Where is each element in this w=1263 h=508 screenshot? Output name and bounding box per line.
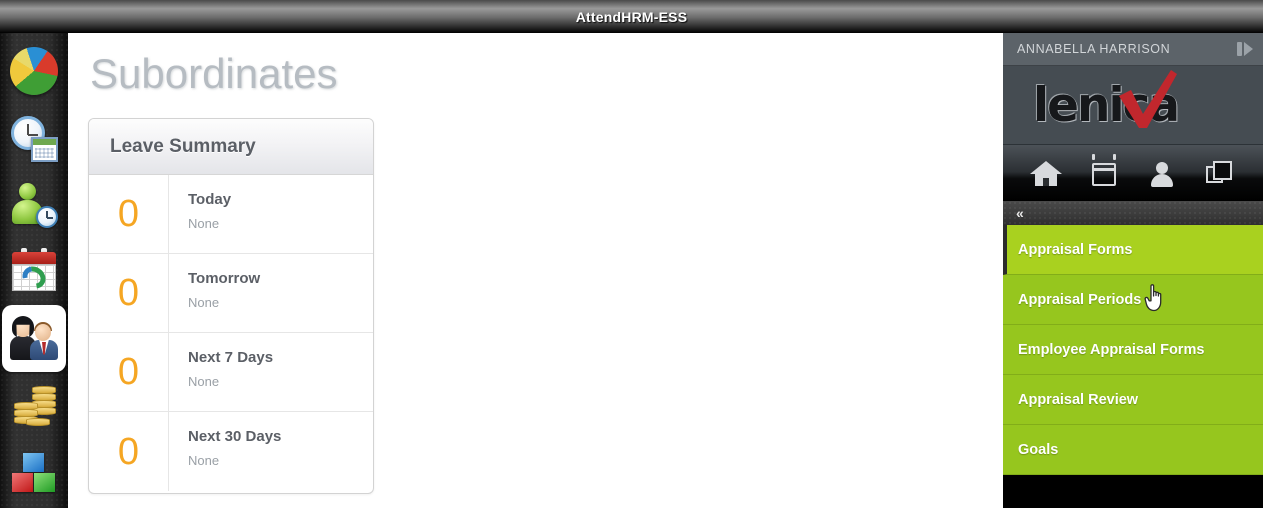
rail-item-employee-time[interactable]	[2, 171, 66, 238]
leave-detail: None	[188, 453, 220, 468]
leave-count: 0	[89, 412, 169, 491]
red-checkmark-icon	[1119, 70, 1177, 128]
leave-count: 0	[89, 333, 169, 411]
page-title: Subordinates	[90, 50, 338, 97]
leave-period-label: Next 7 Days	[188, 349, 274, 366]
collapse-menu-bar[interactable]: «	[1003, 201, 1263, 225]
window-title: AttendHRM-ESS	[575, 8, 688, 25]
chevron-left-double-icon: «	[1016, 205, 1024, 221]
leave-period-label: Tomorrow	[188, 270, 261, 287]
leave-info: Next 7 Days None	[169, 333, 373, 411]
rail-item-dashboard[interactable]	[2, 37, 66, 104]
leave-summary-card: Leave Summary 0 Today None 0 Tomorrow No…	[88, 118, 374, 494]
right-panel: ANNABELLA HARRISON lenica « Appraisal Fo…	[1003, 33, 1263, 508]
leave-summary-row[interactable]: 0 Next 30 Days None	[89, 412, 373, 491]
windows-icon[interactable]	[1204, 158, 1236, 188]
leave-info: Next 30 Days None	[169, 412, 373, 491]
rail-item-leave-calendar[interactable]	[2, 238, 66, 305]
leave-info: Today None	[169, 175, 373, 253]
rail-item-modules[interactable]	[2, 439, 66, 506]
app-window: AttendHRM-ESS Subordinates Leave Summary…	[0, 0, 1263, 508]
leave-summary-row[interactable]: 0 Next 7 Days None	[89, 333, 373, 412]
window-titlebar: AttendHRM-ESS	[0, 0, 1263, 33]
calendar-icon[interactable]	[1088, 154, 1120, 188]
expand-panel-icon[interactable]	[1237, 42, 1253, 56]
leave-detail: None	[188, 216, 220, 231]
panel-nav-icons	[1003, 145, 1263, 201]
clock-calendar-icon	[10, 114, 58, 162]
main-content: Subordinates Leave Summary 0 Today None …	[68, 33, 1003, 508]
leave-summary-row[interactable]: 0 Today None	[89, 175, 373, 254]
menu-item-goals[interactable]: Goals	[1003, 425, 1263, 475]
leave-summary-title: Leave Summary	[110, 135, 256, 157]
home-icon[interactable]	[1030, 158, 1062, 188]
brand-logo: lenica	[1003, 66, 1263, 145]
leave-count: 0	[89, 175, 169, 253]
user-header: ANNABELLA HARRISON	[1003, 33, 1263, 66]
leave-period-label: Next 30 Days	[188, 428, 282, 445]
people-icon	[10, 315, 58, 363]
rail-item-payroll[interactable]	[2, 372, 66, 439]
menu-item-label: Goals	[1018, 441, 1059, 458]
pie-chart-icon	[10, 46, 58, 95]
menu-item-appraisal-review[interactable]: Appraisal Review	[1003, 375, 1263, 425]
leave-period-label: Today	[188, 191, 232, 208]
user-name: ANNABELLA HARRISON	[1017, 42, 1171, 56]
person-icon[interactable]	[1146, 158, 1178, 188]
rail-item-time-attendance[interactable]	[2, 104, 66, 171]
menu-item-label: Appraisal Review	[1018, 391, 1139, 408]
menu-item-employee-appraisal-forms[interactable]: Employee Appraisal Forms	[1003, 325, 1263, 375]
menu-item-label: Appraisal Forms	[1018, 241, 1133, 258]
leave-summary-row[interactable]: 0 Tomorrow None	[89, 254, 373, 333]
coins-icon	[10, 382, 58, 430]
person-clock-icon	[10, 181, 58, 229]
menu-item-label: Employee Appraisal Forms	[1018, 341, 1205, 358]
menu-item-appraisal-forms[interactable]: Appraisal Forms	[1003, 225, 1263, 275]
appraisal-menu: Appraisal Forms Appraisal Periods Employ…	[1003, 225, 1263, 475]
leave-detail: None	[188, 374, 220, 389]
leave-summary-rows: 0 Today None 0 Tomorrow None 0 Next 7 Da…	[89, 175, 373, 491]
leave-info: Tomorrow None	[169, 254, 373, 332]
leave-detail: None	[188, 295, 220, 310]
blocks-icon	[10, 449, 58, 497]
menu-item-appraisal-periods[interactable]: Appraisal Periods	[1003, 275, 1263, 325]
rail-item-subordinates[interactable]	[2, 305, 66, 372]
leave-count: 0	[89, 254, 169, 332]
left-icon-rail	[0, 33, 68, 508]
calendar-sync-icon	[10, 247, 58, 296]
leave-summary-header: Leave Summary	[89, 119, 373, 175]
menu-item-label: Appraisal Periods	[1018, 291, 1142, 308]
